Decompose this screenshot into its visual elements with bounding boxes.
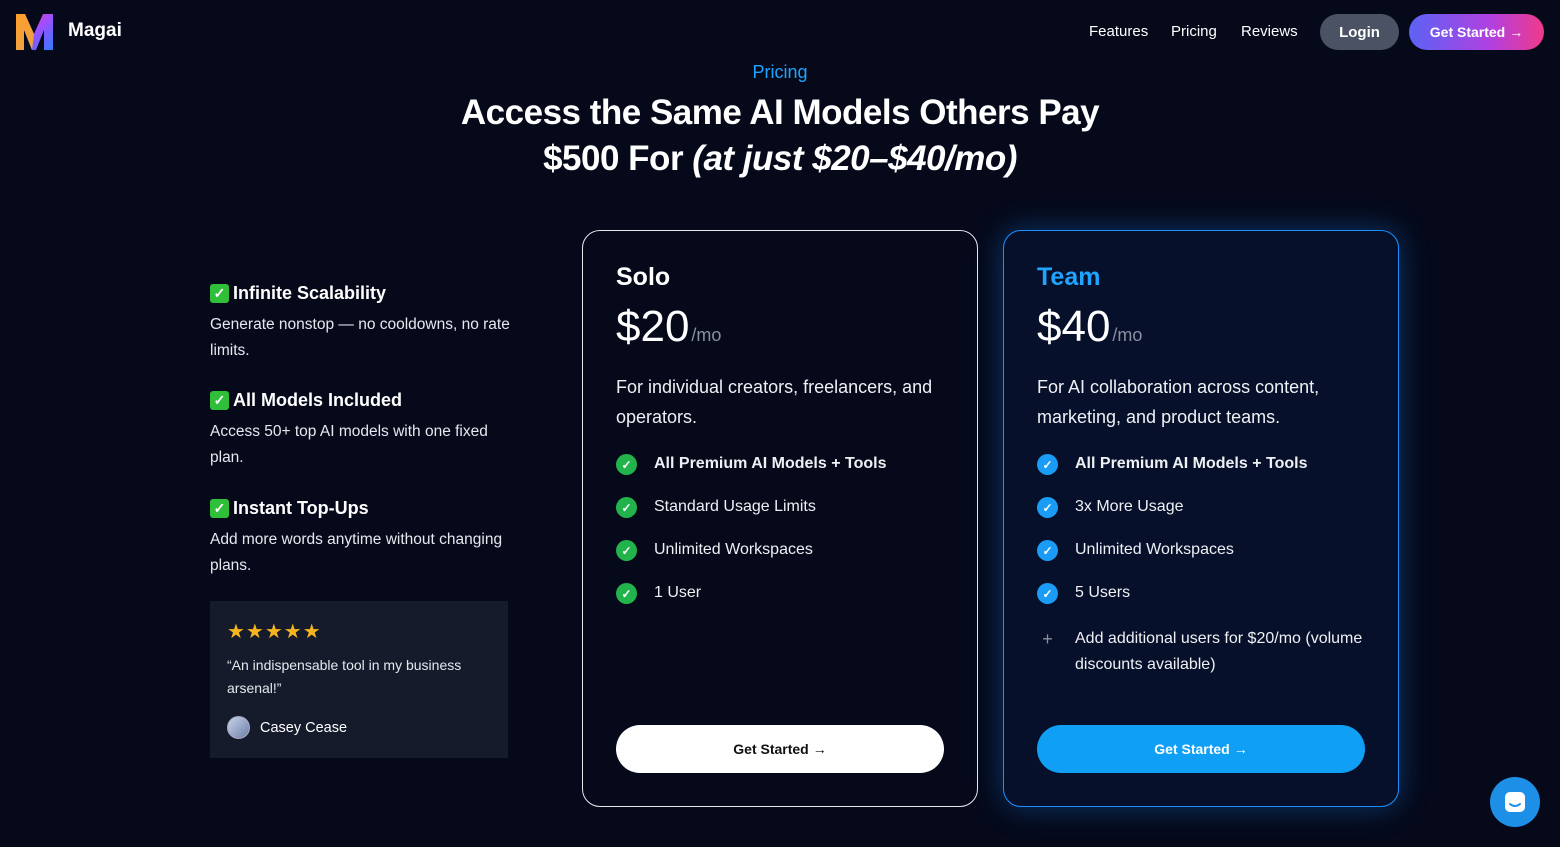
feature-label: Standard Usage Limits (654, 498, 816, 515)
price-period: /mo (1112, 325, 1143, 345)
testimonial-card: ★★★★★ “An indispensable tool in my busin… (210, 601, 508, 758)
star-rating-icon: ★★★★★ (227, 621, 322, 643)
team-get-started-button[interactable]: Get Started → (1037, 725, 1365, 773)
plan-feature-list: ✓ All Premium AI Models + Tools ✓ 3x More … (1037, 454, 1365, 686)
highlight-item: ✓ Instant Top-Ups Add more words anytime… (210, 498, 510, 579)
button-label: Get Started (733, 741, 809, 757)
nav-features-link[interactable]: Features (1089, 23, 1148, 40)
button-label: Get Started (1154, 741, 1230, 757)
feature-label: Unlimited Workspaces (1075, 541, 1234, 558)
check-circle-icon: ✓ (1037, 583, 1058, 604)
check-circle-icon: ✓ (1037, 454, 1058, 475)
price-period: /mo (691, 325, 722, 345)
check-circle-icon: ✓ (616, 497, 637, 518)
pricing-eyebrow: Pricing (752, 62, 808, 82)
check-circle-icon: ✓ (1037, 540, 1058, 561)
author-name: Casey Cease (260, 719, 348, 736)
team-plan-card: Team $40 /mo For AI collaboration across… (1003, 230, 1399, 807)
check-mark-icon: ✓ (210, 391, 229, 410)
feature-label: Unlimited Workspaces (654, 541, 813, 558)
brand-name[interactable]: Magai (68, 20, 122, 42)
solo-get-started-button[interactable]: Get Started → (616, 725, 944, 773)
avatar (227, 716, 250, 739)
feature-label: All Premium AI Models + Tools (654, 455, 887, 472)
feature-label: Add additional users for $20/mo (volume … (1075, 630, 1363, 673)
list-item: ✓ All Premium AI Models + Tools (1037, 454, 1365, 497)
plan-price: $40 /mo (1037, 302, 1365, 352)
feature-label: All Premium AI Models + Tools (1075, 455, 1308, 472)
chat-launcher-button[interactable] (1490, 777, 1540, 827)
list-item: ✓ Standard Usage Limits (616, 497, 944, 540)
highlight-title: Instant Top-Ups (233, 498, 369, 518)
arrow-right-icon: → (812, 741, 827, 757)
plan-price: $20 /mo (616, 302, 944, 352)
list-item: + Add additional users for $20/mo (volume… (1037, 626, 1365, 686)
solo-plan-card: Solo $20 /mo For individual creators, fr… (582, 230, 978, 807)
highlight-item: ✓ All Models Included Access 50+ top AI … (210, 390, 510, 471)
list-item: ✓ 5 Users (1037, 583, 1365, 626)
feature-label: 5 Users (1075, 584, 1131, 601)
plan-name: Team (1037, 263, 1101, 291)
plus-icon: + (1042, 629, 1053, 649)
highlight-title: Infinite Scalability (233, 283, 387, 303)
headline-line-1: Access the Same AI Models Others Pay (460, 93, 1100, 132)
feature-label: 1 User (654, 584, 702, 601)
check-mark-icon: ✓ (210, 284, 229, 303)
plan-description: For AI collaboration across content, mar… (1037, 377, 1320, 427)
list-item: ✓ All Premium AI Models + Tools (616, 454, 944, 497)
testimonial-author: Casey Cease (227, 716, 491, 739)
chat-icon (1505, 792, 1525, 812)
testimonial-quote: “An indispensable tool in my business ar… (227, 657, 462, 696)
plan-name: Solo (616, 263, 671, 291)
check-circle-icon: ✓ (616, 454, 637, 475)
highlight-desc: Generate nonstop — no cooldowns, no rate… (210, 316, 510, 359)
price-amount: $20 (616, 302, 690, 351)
nav-pricing-link[interactable]: Pricing (1171, 23, 1217, 40)
login-button[interactable]: Login (1320, 14, 1399, 50)
highlight-item: ✓ Infinite Scalability Generate nonstop … (210, 283, 510, 364)
list-item: ✓ Unlimited Workspaces (1037, 540, 1365, 583)
feature-label: 3x More Usage (1075, 498, 1184, 515)
headline-line-2: $500 For (543, 139, 693, 178)
highlight-title: All Models Included (233, 390, 403, 410)
check-circle-icon: ✓ (616, 540, 637, 561)
list-item: ✓ 3x More Usage (1037, 497, 1365, 540)
page-title: Access the Same AI Models Others Pay $50… (380, 90, 1180, 182)
list-item: ✓ Unlimited Workspaces (616, 540, 944, 583)
magai-logo[interactable] (16, 14, 53, 50)
nav-reviews-link[interactable]: Reviews (1241, 23, 1298, 40)
arrow-right-icon: → (1233, 741, 1248, 757)
nav-get-started-label: Get Started (1429, 24, 1506, 40)
arrow-right-icon: → (1509, 24, 1524, 40)
check-circle-icon: ✓ (616, 583, 637, 604)
nav-get-started-button[interactable]: Get Started → (1409, 14, 1544, 50)
highlight-desc: Add more words anytime without changing … (210, 531, 503, 574)
check-mark-icon: ✓ (210, 499, 229, 518)
headline-emphasis: (at just $20–$40/mo) (692, 139, 1017, 178)
check-circle-icon: ✓ (1037, 497, 1058, 518)
plan-description: For individual creators, freelancers, an… (616, 377, 933, 427)
list-item: ✓ 1 User (616, 583, 944, 626)
highlight-desc: Access 50+ top AI models with one fixed … (210, 423, 488, 466)
price-amount: $40 (1037, 302, 1111, 351)
plan-feature-list: ✓ All Premium AI Models + Tools ✓ Standard… (616, 454, 944, 626)
